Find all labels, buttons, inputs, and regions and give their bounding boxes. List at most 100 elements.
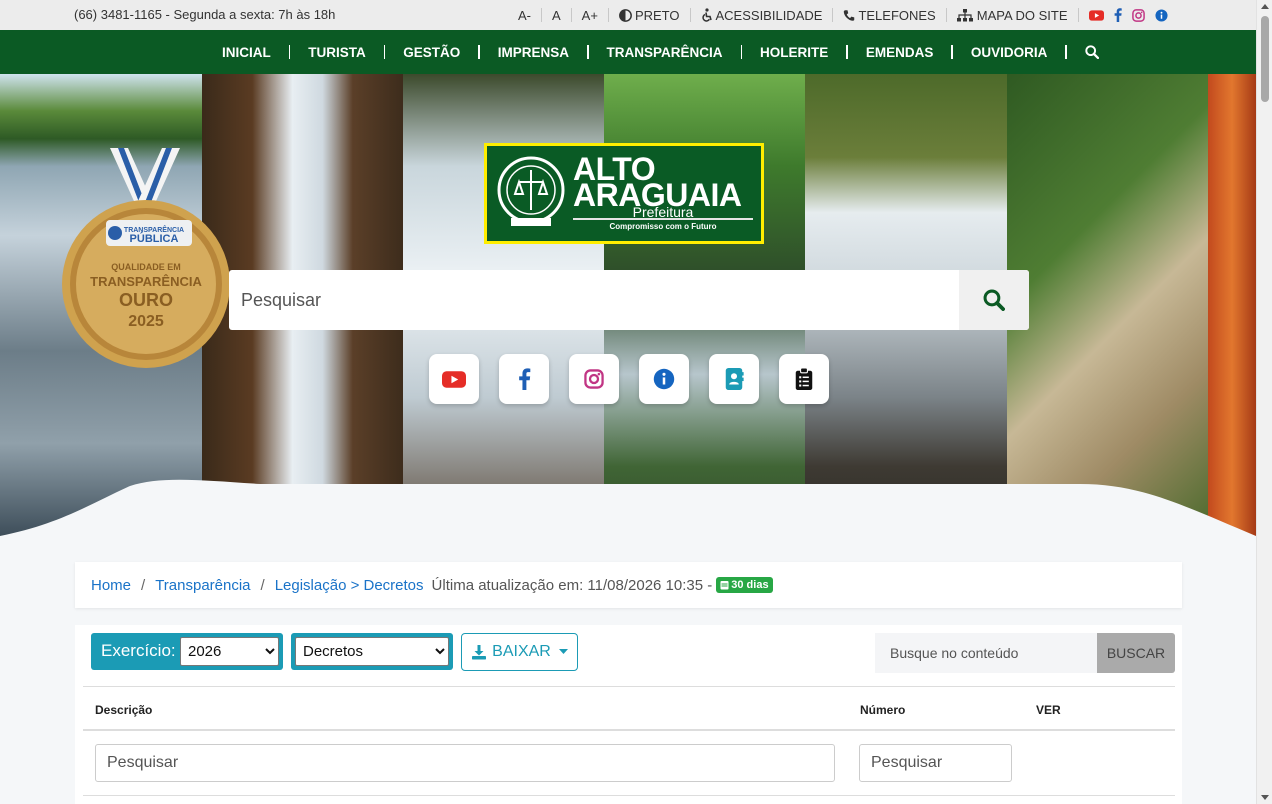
nav-label: IMPRENSA [497,44,570,60]
last-updated: Última atualização em: 11/08/2026 10:35 … [431,576,713,594]
wheelchair-icon [701,8,712,22]
contacts-button[interactable] [709,354,759,404]
phone-icon [844,9,855,21]
info-icon [653,368,675,390]
nav-search-button[interactable] [1085,45,1099,59]
divider [1065,45,1067,59]
logo-slogan: Compromisso com o Futuro [609,222,717,231]
nav-item-emendas[interactable]: EMENDAS [848,45,953,60]
scroll-thumb[interactable] [1261,16,1269,102]
nav-item-imprensa[interactable]: IMPRENSA [480,45,589,60]
scroll-down-arrow[interactable] [1261,795,1269,800]
content-search-input[interactable] [875,633,1097,673]
clipboard-icon [795,368,813,390]
description-filter-input[interactable] [95,744,835,782]
calendar-icon [720,581,729,590]
hero-search-button[interactable] [959,270,1029,330]
nav-label: EMENDAS [865,44,934,60]
column-header-view[interactable]: VER [1036,703,1061,717]
medal-text: TRANSPARÊNCIA [90,274,202,289]
caret-down-icon [558,649,568,654]
page-scrollbar[interactable] [1256,0,1272,804]
contrast-label: PRETO [634,7,680,23]
hero-search [229,270,1029,330]
year-select[interactable]: 2026 [180,637,279,666]
font-normal-button[interactable]: A [552,8,561,23]
content-card: Exercício: 2026 Decretos BAIXAR BUSCAR D… [75,625,1182,804]
youtube-icon [442,370,466,388]
medal-text: OURO [119,290,173,310]
main-nav: INICIAL TURISTA GESTÃO IMPRENSA TRANSPAR… [0,30,1256,74]
year-filter: Exercício: 2026 [91,633,283,670]
youtube-icon [1088,9,1104,21]
clipboard-button[interactable] [779,354,829,404]
category-select[interactable]: Decretos [295,637,449,666]
font-decrease-button[interactable]: A- [518,8,531,23]
font-increase-button[interactable]: A+ [582,8,598,23]
table-filter-row [83,731,1175,796]
sitemap-button[interactable]: MAPA DO SITE [956,8,1068,23]
nav-label: INICIAL [222,44,271,60]
nav-item-ouvidoria[interactable]: OUVIDORIA [953,45,1067,60]
info-link[interactable] [1154,8,1168,22]
info-button[interactable] [639,354,689,404]
divider [541,8,542,22]
nav-item-transparencia[interactable]: TRANSPARÊNCIA [589,45,743,60]
breadcrumb-separator: / [260,576,265,594]
year-filter-label: Exercício: [101,641,176,660]
instagram-link[interactable] [1131,8,1145,22]
youtube-link[interactable] [1088,9,1104,21]
instagram-button[interactable] [569,354,619,404]
nav-label: TURISTA [308,44,366,60]
phones-button[interactable]: TELEFONES [843,7,936,23]
nav-item-holerite[interactable]: HOLERITE [742,45,848,60]
download-dropdown-button[interactable]: BAIXAR [461,633,578,671]
download-label: BAIXAR [492,643,551,660]
sitemap-icon [956,8,973,21]
coat-of-arms-icon [497,156,565,226]
city-logo[interactable]: ALTO ARAGUAIA Prefeitura Compromisso com… [484,143,764,244]
top-bar: (66) 3481-1165 - Segunda a sexta: 7h às … [0,0,1256,30]
nav-item-inicial[interactable]: INICIAL [204,44,291,60]
breadcrumb: Home / Transparência / Legislação > Decr… [75,562,1182,608]
status-badge: 30 dias [716,577,773,593]
scroll-up-arrow[interactable] [1261,4,1269,9]
facebook-button[interactable] [499,354,549,404]
youtube-button[interactable] [429,354,479,404]
column-header-number[interactable]: Número [860,703,905,717]
contacts-icon [725,368,744,390]
info-icon [1154,8,1168,22]
download-icon [472,645,487,660]
breadcrumb-transparencia[interactable]: Transparência [155,577,250,594]
divider [1077,8,1079,22]
badge-label: 30 dias [731,579,769,591]
accessibility-label: ACESSIBILIDADE [715,7,823,23]
breadcrumb-current[interactable]: Legislação > Decretos [275,577,424,594]
hero-search-input[interactable] [229,270,959,330]
contrast-button[interactable]: PRETO [619,8,680,23]
nav-list: INICIAL TURISTA GESTÃO IMPRENSA TRANSPAR… [204,30,1099,74]
nav-item-gestao[interactable]: GESTÃO [385,45,480,60]
nav-label: TRANSPARÊNCIA [606,44,723,60]
facebook-icon [518,368,530,390]
breadcrumb-home[interactable]: Home [91,577,131,594]
divider [573,218,753,220]
facebook-link[interactable] [1114,8,1122,22]
table-header: Descrição Número VER [83,686,1175,731]
photo-panel-cliff [1208,74,1256,536]
instagram-icon [584,369,604,389]
medal-text: QUALIDADE EM [111,262,181,272]
phones-label: TELEFONES [858,7,936,23]
column-header-description[interactable]: Descrição [95,703,152,717]
nav-label: GESTÃO [403,44,461,60]
accessibility-button[interactable]: ACESSIBILIDADE [701,7,823,23]
divider [689,8,691,22]
divider [570,8,572,22]
nav-item-turista[interactable]: TURISTA [290,44,386,60]
content-search-button[interactable]: BUSCAR [1097,633,1175,673]
search-icon [983,289,1005,311]
number-filter-input[interactable] [859,744,1012,782]
facebook-icon [1114,8,1122,22]
divider [607,8,609,22]
breadcrumb-separator: / [141,576,146,594]
